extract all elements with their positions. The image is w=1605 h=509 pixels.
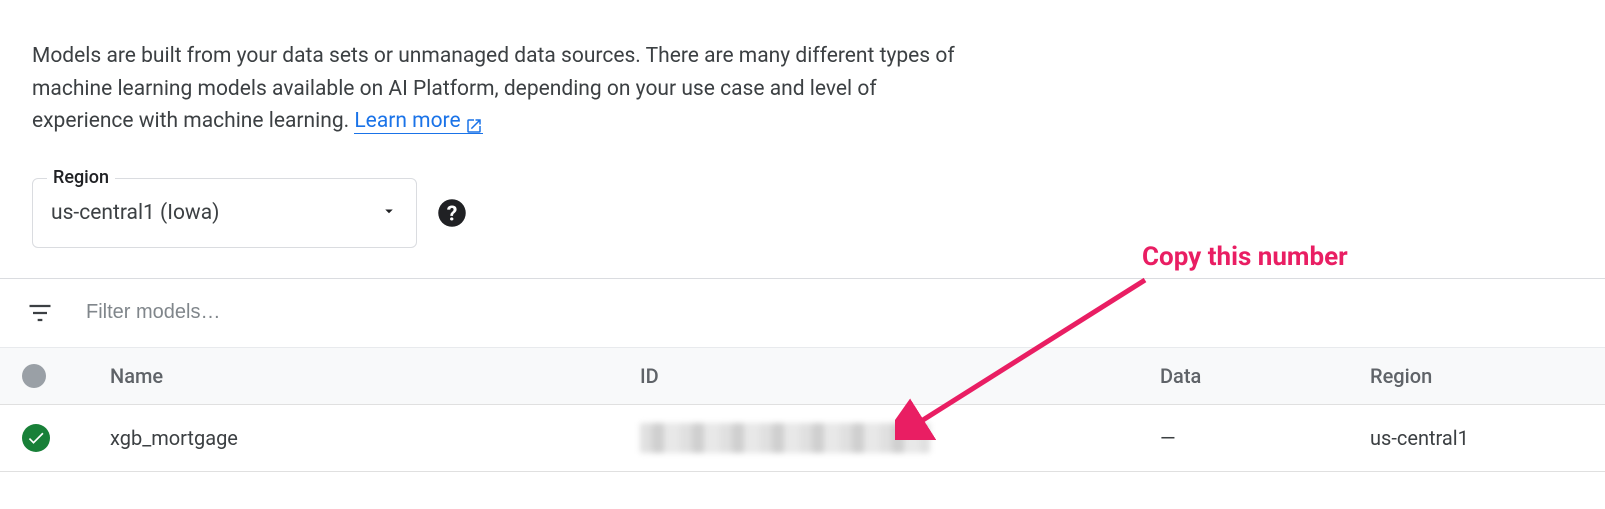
header-data[interactable]: Data bbox=[1160, 364, 1370, 388]
region-value: us-central1 (Iowa) bbox=[51, 201, 219, 225]
region-label: Region bbox=[47, 167, 115, 188]
redacted-id bbox=[640, 423, 930, 453]
row-status bbox=[20, 424, 110, 452]
region-select[interactable]: Region us-central1 (Iowa) bbox=[32, 178, 417, 248]
filter-bar bbox=[0, 278, 1605, 348]
header-name[interactable]: Name bbox=[110, 364, 640, 388]
row-name[interactable]: xgb_mortgage bbox=[110, 426, 640, 450]
learn-more-link[interactable]: Learn more bbox=[354, 109, 482, 134]
filter-icon[interactable] bbox=[26, 299, 54, 327]
header-region[interactable]: Region bbox=[1370, 364, 1585, 388]
check-icon bbox=[22, 424, 50, 452]
svg-text:?: ? bbox=[447, 201, 458, 226]
external-link-icon bbox=[465, 113, 483, 131]
description-body: Models are built from your data sets or … bbox=[32, 44, 955, 133]
row-data: — bbox=[1160, 426, 1370, 450]
table-header: Name ID Data Region bbox=[0, 348, 1605, 405]
chevron-down-icon bbox=[380, 202, 398, 224]
help-icon[interactable]: ? bbox=[437, 198, 467, 228]
annotation-label: Copy this number bbox=[1142, 242, 1348, 272]
description-text: Models are built from your data sets or … bbox=[0, 0, 1000, 158]
header-dot-icon bbox=[22, 364, 46, 388]
annotation-arrow-icon bbox=[895, 270, 1155, 440]
table-row[interactable]: xgb_mortgage — us-central1 bbox=[0, 405, 1605, 472]
row-region: us-central1 bbox=[1370, 426, 1585, 450]
header-select-all bbox=[20, 364, 110, 388]
filter-input[interactable] bbox=[86, 301, 1579, 324]
